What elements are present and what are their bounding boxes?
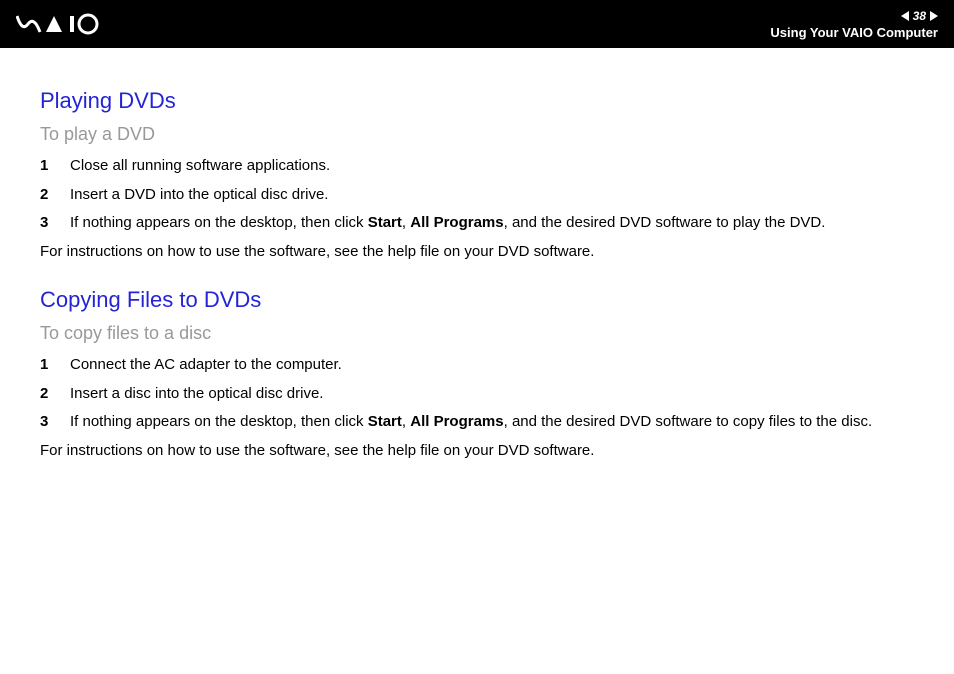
step-number: 1 [40, 354, 54, 377]
next-arrow-icon[interactable] [930, 11, 938, 21]
section2-subtitle: To copy files to a disc [40, 323, 914, 344]
page-number: 38 [913, 9, 926, 23]
section1-title: Playing DVDs [40, 88, 914, 114]
step-number: 3 [40, 411, 54, 434]
step-text: If nothing appears on the desktop, then … [70, 411, 914, 434]
step-text: Close all running software applications. [70, 155, 914, 178]
section2-step-3: 3 If nothing appears on the desktop, the… [40, 411, 914, 434]
section2-title: Copying Files to DVDs [40, 287, 914, 313]
section1-subtitle: To play a DVD [40, 124, 914, 145]
prev-arrow-icon[interactable] [901, 11, 909, 21]
header-right: 38 Using Your VAIO Computer [770, 9, 938, 40]
step-number: 1 [40, 155, 54, 178]
step-number: 2 [40, 383, 54, 406]
step-number: 2 [40, 184, 54, 207]
step-text: Insert a DVD into the optical disc drive… [70, 184, 914, 207]
step-text: If nothing appears on the desktop, then … [70, 212, 914, 235]
page-nav: 38 [901, 9, 938, 23]
section1-step-2: 2 Insert a DVD into the optical disc dri… [40, 184, 914, 207]
section1-note: For instructions on how to use the softw… [40, 241, 914, 264]
page-content: Playing DVDs To play a DVD 1 Close all r… [0, 48, 954, 506]
vaio-logo [16, 12, 126, 36]
section2-note: For instructions on how to use the softw… [40, 440, 914, 463]
page-header: 38 Using Your VAIO Computer [0, 0, 954, 48]
section1-step-3: 3 If nothing appears on the desktop, the… [40, 212, 914, 235]
header-section-title: Using Your VAIO Computer [770, 25, 938, 40]
section2-step-2: 2 Insert a disc into the optical disc dr… [40, 383, 914, 406]
step-number: 3 [40, 212, 54, 235]
section1-step-1: 1 Close all running software application… [40, 155, 914, 178]
section2-step-1: 1 Connect the AC adapter to the computer… [40, 354, 914, 377]
step-text: Insert a disc into the optical disc driv… [70, 383, 914, 406]
step-text: Connect the AC adapter to the computer. [70, 354, 914, 377]
